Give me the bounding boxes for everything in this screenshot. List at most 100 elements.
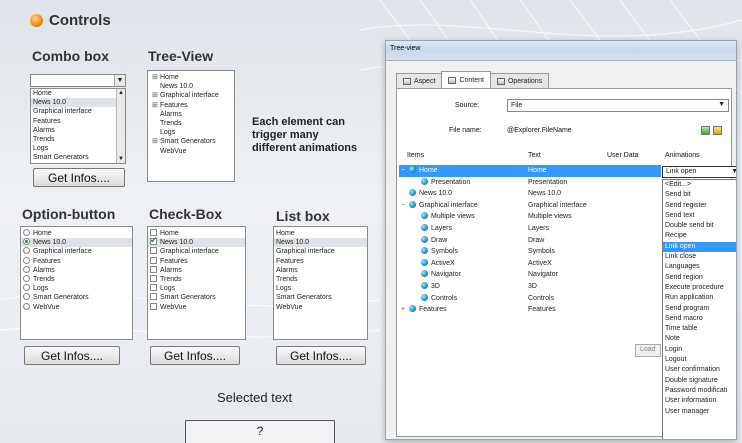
- combo-box-list[interactable]: Home News 10.0 Graphical interface Features…: [30, 88, 126, 164]
- tab-operations[interactable]: Operations: [489, 73, 550, 88]
- dropdown-option[interactable]: Link close: [663, 252, 736, 262]
- radio-option[interactable]: Alarms: [21, 265, 132, 275]
- list-item[interactable]: Home: [274, 229, 367, 238]
- tree-node[interactable]: WebVue: [148, 147, 234, 156]
- radio-icon[interactable]: [23, 229, 30, 236]
- list-item[interactable]: WebVue: [274, 303, 367, 312]
- radio-icon[interactable]: [23, 293, 30, 301]
- checkbox-option[interactable]: Trends: [148, 275, 245, 284]
- radio-selected-icon[interactable]: [23, 238, 30, 246]
- table-row[interactable]: News 10.0 News 10.0: [399, 188, 661, 200]
- dropdown-option[interactable]: Time table: [663, 324, 736, 334]
- animation-dropdown[interactable]: <Edit...> Send bit Send register Send text D…: [662, 179, 736, 439]
- tree-node[interactable]: ⊞ Home: [148, 73, 234, 82]
- list-item[interactable]: Alarms: [274, 266, 367, 275]
- chevron-down-icon[interactable]: ▼: [114, 75, 125, 86]
- scroll-down-icon[interactable]: ▼: [117, 155, 125, 163]
- table-row[interactable]: Presentation Presentation: [399, 177, 661, 189]
- checkbox-icon[interactable]: [150, 256, 157, 264]
- list-item[interactable]: Logs: [31, 144, 125, 153]
- dropdown-option[interactable]: Send region: [663, 273, 736, 283]
- animation-select[interactable]: Link open ▼: [662, 166, 736, 178]
- dropdown-option[interactable]: Execute procedure: [663, 283, 736, 293]
- dropdown-option[interactable]: User information: [663, 396, 736, 406]
- checkbox-icon[interactable]: [150, 302, 157, 310]
- option-button-panel[interactable]: Home News 10.0 Graphical interface Features…: [20, 226, 133, 340]
- list-get-infos-button[interactable]: Get Infos....: [276, 346, 366, 365]
- expand-icon[interactable]: −: [401, 165, 405, 177]
- dropdown-option[interactable]: Password modificati: [663, 386, 736, 396]
- chevron-down-icon[interactable]: ▼: [731, 168, 736, 175]
- list-item[interactable]: News 10.0: [31, 98, 125, 108]
- tree-view-panel[interactable]: ⊞ Home News 10.0 ⊞ Graphical interface ⊞ Featu…: [147, 70, 235, 182]
- checkbox-option[interactable]: Alarms: [148, 265, 245, 275]
- source-select[interactable]: File ▼: [507, 99, 729, 112]
- dropdown-option[interactable]: User manager: [663, 407, 736, 417]
- radio-option[interactable]: Trends: [21, 275, 132, 284]
- dropdown-option[interactable]: User confirmation: [663, 365, 736, 375]
- checkbox-icon[interactable]: [150, 293, 157, 301]
- combo-get-infos-button[interactable]: Get Infos....: [33, 168, 125, 187]
- tree-node[interactable]: ⊞ Graphical interface: [148, 91, 234, 100]
- radio-icon[interactable]: [23, 247, 30, 255]
- combo-box-input[interactable]: ▼: [30, 74, 126, 87]
- tree-node[interactable]: Trends: [148, 119, 234, 128]
- radio-option[interactable]: Features: [21, 256, 132, 266]
- check-box-panel[interactable]: Home News 10.0Graphical interfaceFeatures…: [147, 226, 246, 340]
- folder-icon[interactable]: [713, 126, 722, 135]
- chevron-down-icon[interactable]: ▼: [718, 101, 725, 108]
- expand-icon[interactable]: +: [401, 304, 405, 316]
- tab-content[interactable]: Content: [441, 71, 491, 88]
- radio-option[interactable]: News 10.0: [21, 238, 132, 248]
- load-button[interactable]: Load: [635, 344, 661, 357]
- dropdown-option[interactable]: Send program: [663, 304, 736, 314]
- dropdown-option[interactable]: Run application: [663, 293, 736, 303]
- checkbox-icon[interactable]: [150, 247, 157, 255]
- dropdown-option[interactable]: Link open: [663, 241, 736, 253]
- list-item[interactable]: Logs: [274, 284, 367, 293]
- tree-node[interactable]: ⊞ Features: [148, 101, 234, 110]
- tab-aspect[interactable]: Aspect: [396, 73, 443, 88]
- radio-icon[interactable]: [23, 284, 30, 292]
- checkbox-option[interactable]: Home: [148, 229, 245, 238]
- list-item[interactable]: Graphical interface: [31, 107, 125, 116]
- combo-scrollbar[interactable]: ▲ ▼: [116, 89, 125, 163]
- checkbox-checked-icon[interactable]: [150, 236, 158, 245]
- checkbox-option[interactable]: Smart Generators: [148, 293, 245, 302]
- dropdown-option[interactable]: Send macro: [663, 314, 736, 324]
- expand-icon[interactable]: ⊞: [152, 73, 160, 82]
- checkbox-option[interactable]: Features: [148, 256, 245, 266]
- dropdown-option[interactable]: Login: [663, 345, 736, 355]
- table-row[interactable]: Symbols Symbols: [399, 246, 661, 258]
- list-item[interactable]: Features: [274, 257, 367, 266]
- radio-icon[interactable]: [23, 265, 30, 273]
- dropdown-option[interactable]: Recipe: [663, 231, 736, 241]
- dropdown-option[interactable]: Logout: [663, 355, 736, 365]
- checkbox-option[interactable]: News 10.0: [148, 236, 245, 248]
- checkbox-icon[interactable]: [150, 284, 157, 292]
- table-row[interactable]: − Graphical interface Graphical interface: [399, 200, 661, 212]
- checkbox-option[interactable]: Graphical interface: [148, 247, 245, 256]
- variable-browse-icon[interactable]: [701, 126, 710, 135]
- expand-icon[interactable]: ⊞: [152, 91, 160, 100]
- list-item[interactable]: Smart Generators: [31, 153, 125, 162]
- radio-option[interactable]: Logs: [21, 284, 132, 293]
- tree-node[interactable]: Alarms: [148, 110, 234, 119]
- table-row[interactable]: ActiveX ActiveX: [399, 258, 661, 270]
- radio-option[interactable]: Smart Generators: [21, 293, 132, 302]
- dropdown-option[interactable]: Double send bit: [663, 221, 736, 231]
- dropdown-option[interactable]: Double signature: [663, 376, 736, 386]
- list-box-panel[interactable]: Home News 10.0 Graphical interface Features…: [273, 226, 368, 340]
- table-row[interactable]: Draw Draw: [399, 235, 661, 247]
- checkbox-option[interactable]: WebVue: [148, 302, 245, 312]
- table-row[interactable]: − Home Home: [399, 165, 661, 177]
- checkbox-icon[interactable]: [150, 275, 157, 283]
- list-item[interactable]: Smart Generators: [274, 293, 367, 302]
- tree-node[interactable]: Logs: [148, 128, 234, 137]
- tree-node[interactable]: News 10.0: [148, 82, 234, 91]
- dropdown-option[interactable]: Send bit: [663, 190, 736, 200]
- radio-icon[interactable]: [23, 302, 30, 310]
- tree-view-window[interactable]: Tree-view Aspect Content Operations Source…: [385, 40, 737, 440]
- dropdown-option[interactable]: <Edit...>: [663, 180, 736, 190]
- radio-option[interactable]: Home: [21, 229, 132, 238]
